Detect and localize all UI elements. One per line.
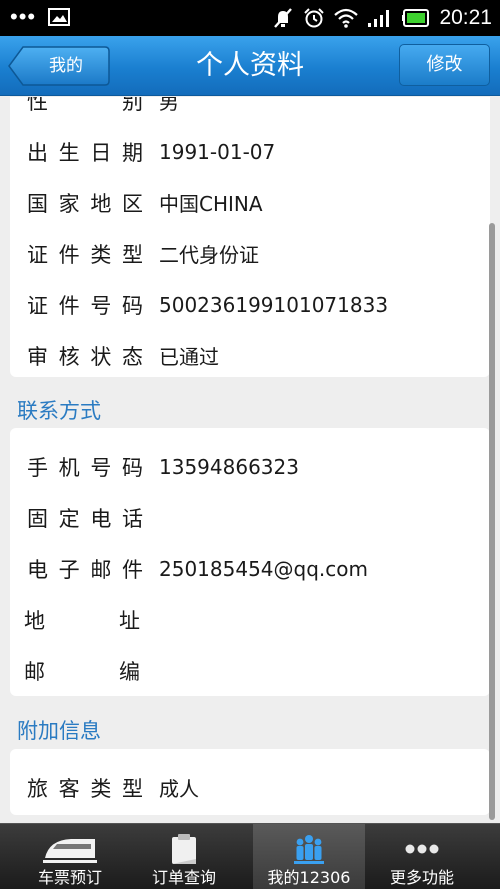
tab-more-functions-label: 更多功能 (389, 868, 454, 887)
extra-section-title: 附加信息 (17, 719, 101, 743)
tab-order-query[interactable]: 订单查询 (128, 824, 240, 889)
back-button[interactable]: 我的12306 (8, 46, 110, 116)
bottom-tab-bar: 车票预订 订单查询 我的12306 更多功能 (0, 823, 500, 889)
tab-ticket-booking-label: 车票预订 (37, 868, 102, 887)
more-icon (405, 844, 439, 854)
postcode-row: 邮编 (10, 645, 490, 696)
tab-my-12306[interactable]: 我的12306 (253, 824, 365, 889)
landline-row: 固定电话 (10, 492, 490, 543)
users-icon (294, 835, 324, 864)
mute-icon (274, 8, 293, 28)
birthdate-label: 出生日期 (27, 140, 143, 165)
status-time: 20:21 (439, 6, 492, 29)
address-row: 地址 (10, 594, 490, 645)
wifi-icon (334, 8, 359, 28)
tab-order-query-label: 订单查询 (151, 868, 216, 887)
country-label: 国家地区 (27, 191, 143, 216)
review-status-label: 审核状态 (27, 344, 143, 369)
profile-content[interactable]: 性别 男 出生日期 1991-01-07 国家地区 中国CHINA 证件类型 二… (0, 97, 500, 823)
edit-button[interactable]: 修改 (399, 44, 490, 86)
image-notification-icon (48, 8, 71, 26)
passenger-type-value: 成人 (159, 777, 199, 801)
birthdate-row: 出生日期 1991-01-07 (10, 126, 490, 177)
overflow-dots-icon: ••• (10, 4, 37, 29)
email-row: 电子邮件 250185454@qq.com (10, 543, 490, 594)
back-button-label: 我的12306 (39, 56, 93, 116)
country-row: 国家地区 中国CHINA (10, 177, 490, 228)
gender-label: 性别 (27, 97, 143, 114)
mobile-value: 13594866323 (159, 454, 299, 479)
address-label: 地址 (24, 608, 140, 633)
mobile-label: 手机号码 (27, 455, 143, 480)
id-number-row: 证件号码 500236199101071833 (10, 279, 490, 330)
birthdate-value: 1991-01-07 (159, 139, 276, 164)
battery-icon (402, 9, 430, 27)
review-status-value: 已通过 (159, 345, 219, 369)
email-value: 250185454@qq.com (159, 556, 368, 581)
page-title: 个人资料 (196, 50, 304, 81)
signal-icon (368, 10, 390, 27)
extra-card: 旅客类型 成人 (10, 749, 490, 815)
mobile-row: 手机号码 13594866323 (10, 441, 490, 492)
scrollbar[interactable] (489, 223, 495, 820)
review-status-row: 审核状态 已通过 (10, 330, 490, 381)
email-label: 电子邮件 (27, 557, 143, 582)
tab-more-functions[interactable]: 更多功能 (366, 824, 478, 889)
clipboard-icon (172, 834, 196, 864)
landline-label: 固定电话 (27, 506, 143, 531)
tab-ticket-booking[interactable]: 车票预订 (14, 824, 126, 889)
gender-row: 性别 男 (10, 97, 490, 126)
passenger-type-label: 旅客类型 (27, 776, 143, 801)
id-type-value: 二代身份证 (159, 243, 259, 267)
id-type-row: 证件类型 二代身份证 (10, 228, 490, 279)
nav-bar: 我的12306 个人资料 修改 (0, 36, 500, 116)
train-icon (43, 839, 97, 863)
alarm-icon (304, 8, 325, 28)
id-type-label: 证件类型 (27, 242, 143, 267)
personal-info-card: 性别 男 出生日期 1991-01-07 国家地区 中国CHINA 证件类型 二… (10, 97, 490, 377)
tab-my-12306-label: 我的12306 (267, 868, 351, 887)
country-value: 中国CHINA (159, 192, 263, 216)
contact-card: 手机号码 13594866323 固定电话 电子邮件 250185454@qq.… (10, 428, 490, 696)
postcode-label: 邮编 (24, 659, 140, 684)
id-number-value: 500236199101071833 (159, 292, 389, 317)
passenger-type-row: 旅客类型 成人 (10, 762, 490, 813)
contact-section-title: 联系方式 (17, 399, 101, 423)
id-number-label: 证件号码 (27, 293, 143, 318)
gender-value: 男 (159, 97, 179, 114)
status-bar: ••• 20:21 (0, 0, 500, 36)
